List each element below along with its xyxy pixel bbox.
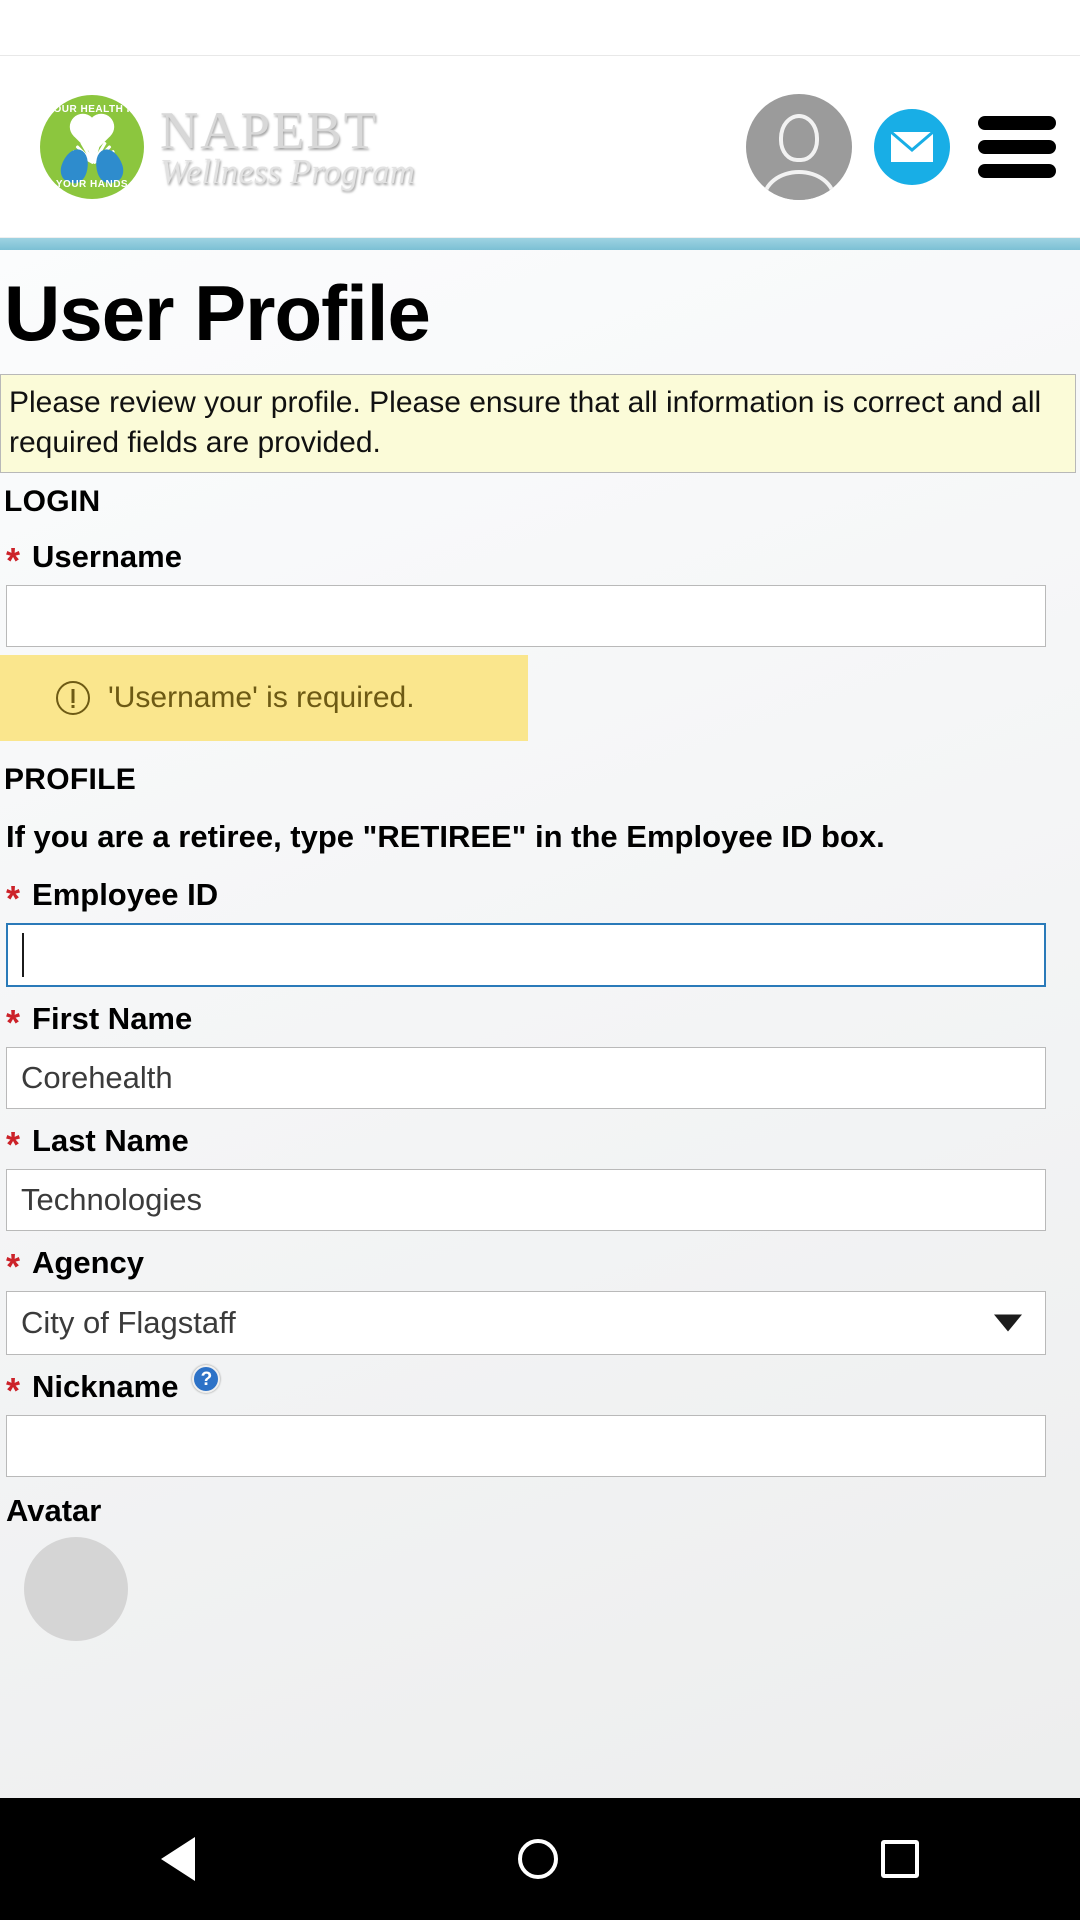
badge-bottom-text: YOUR HANDS [55,178,129,190]
accent-bar [0,238,1080,250]
profile-section-heading: PROFILE [4,763,137,797]
menu-bar-1 [978,115,1056,130]
login-section-heading: LOGIN [4,485,101,519]
nickname-label-text: Nickname [32,1369,179,1405]
header-actions [746,93,1056,200]
android-navigation-bar [0,1798,1080,1920]
home-circle-icon[interactable] [517,1839,558,1879]
menu-bar-3 [978,163,1056,178]
menu-bar-2 [978,139,1056,154]
user-avatar-icon[interactable] [746,93,852,200]
validation-text: 'Username' is required. [108,681,415,715]
agency-label: * Agency [0,1231,1080,1291]
back-triangle-icon[interactable] [161,1837,196,1881]
phone-screen: YOUR HEALTH IN YOUR HANDS NAPEBT Wellnes… [0,0,1080,1920]
avatar-preview-image[interactable] [24,1537,128,1642]
hamburger-menu-icon[interactable] [978,115,1056,178]
nickname-input[interactable] [6,1415,1046,1478]
first-name-input[interactable]: Corehealth [6,1047,1046,1110]
last-name-label-text: Last Name [32,1123,189,1159]
agency-label-text: Agency [32,1245,144,1281]
agency-select-wrapper[interactable]: City of Flagstaff [6,1291,1046,1356]
first-name-label-text: First Name [32,1001,193,1037]
username-label-text: Username [32,539,182,575]
brand-logo[interactable]: YOUR HEALTH IN YOUR HANDS NAPEBT Wellnes… [40,94,415,199]
last-name-input[interactable]: Technologies [6,1169,1046,1232]
info-banner: Please review your profile. Please ensur… [0,374,1076,474]
nickname-label: * Nickname ? [0,1355,1080,1415]
help-question-icon[interactable]: ? [192,1365,221,1394]
avatar-section-label: Avatar [6,1493,102,1529]
brand-subtitle: Wellness Program [160,152,416,192]
required-asterisk-icon: * [6,539,21,581]
text-cursor [22,933,24,977]
avatar-body-shape [762,169,836,200]
agency-select[interactable]: City of Flagstaff [6,1291,1046,1356]
employee-id-label-text: Employee ID [32,877,219,913]
site-header: YOUR HEALTH IN YOUR HANDS NAPEBT Wellnes… [0,55,1080,238]
employee-id-label: * Employee ID [0,863,1080,923]
brand-name: NAPEBT [160,102,379,161]
username-input[interactable] [6,585,1046,648]
required-asterisk-icon: * [6,1245,21,1287]
last-name-label: * Last Name [0,1109,1080,1169]
username-validation-message: 'Username' is required. [0,655,528,742]
required-asterisk-icon: * [6,1001,21,1043]
first-name-label: * First Name [0,987,1080,1047]
brand-wordmark: NAPEBT Wellness Program [160,102,415,191]
warning-circle-icon [56,681,90,716]
required-asterisk-icon: * [6,1123,21,1165]
badge-top-text: YOUR HEALTH IN [46,103,138,115]
status-bar-area [0,0,1080,55]
avatar-head-shape [779,113,819,162]
employee-id-input[interactable] [6,923,1046,988]
page-title: User Profile [4,269,431,357]
page-body: User Profile Please review your profile.… [0,238,1080,1920]
required-asterisk-icon: * [6,1369,21,1411]
username-label: * Username [0,525,1080,585]
retiree-instruction: If you are a retiree, type "RETIREE" in … [6,819,885,855]
recents-square-icon[interactable] [880,1840,919,1878]
chevron-down-icon [994,1314,1022,1332]
napebt-badge-icon: YOUR HEALTH IN YOUR HANDS [40,94,144,199]
required-asterisk-icon: * [6,877,21,919]
mail-icon[interactable] [874,108,950,185]
page-content: User Profile Please review your profile.… [0,250,1080,1642]
